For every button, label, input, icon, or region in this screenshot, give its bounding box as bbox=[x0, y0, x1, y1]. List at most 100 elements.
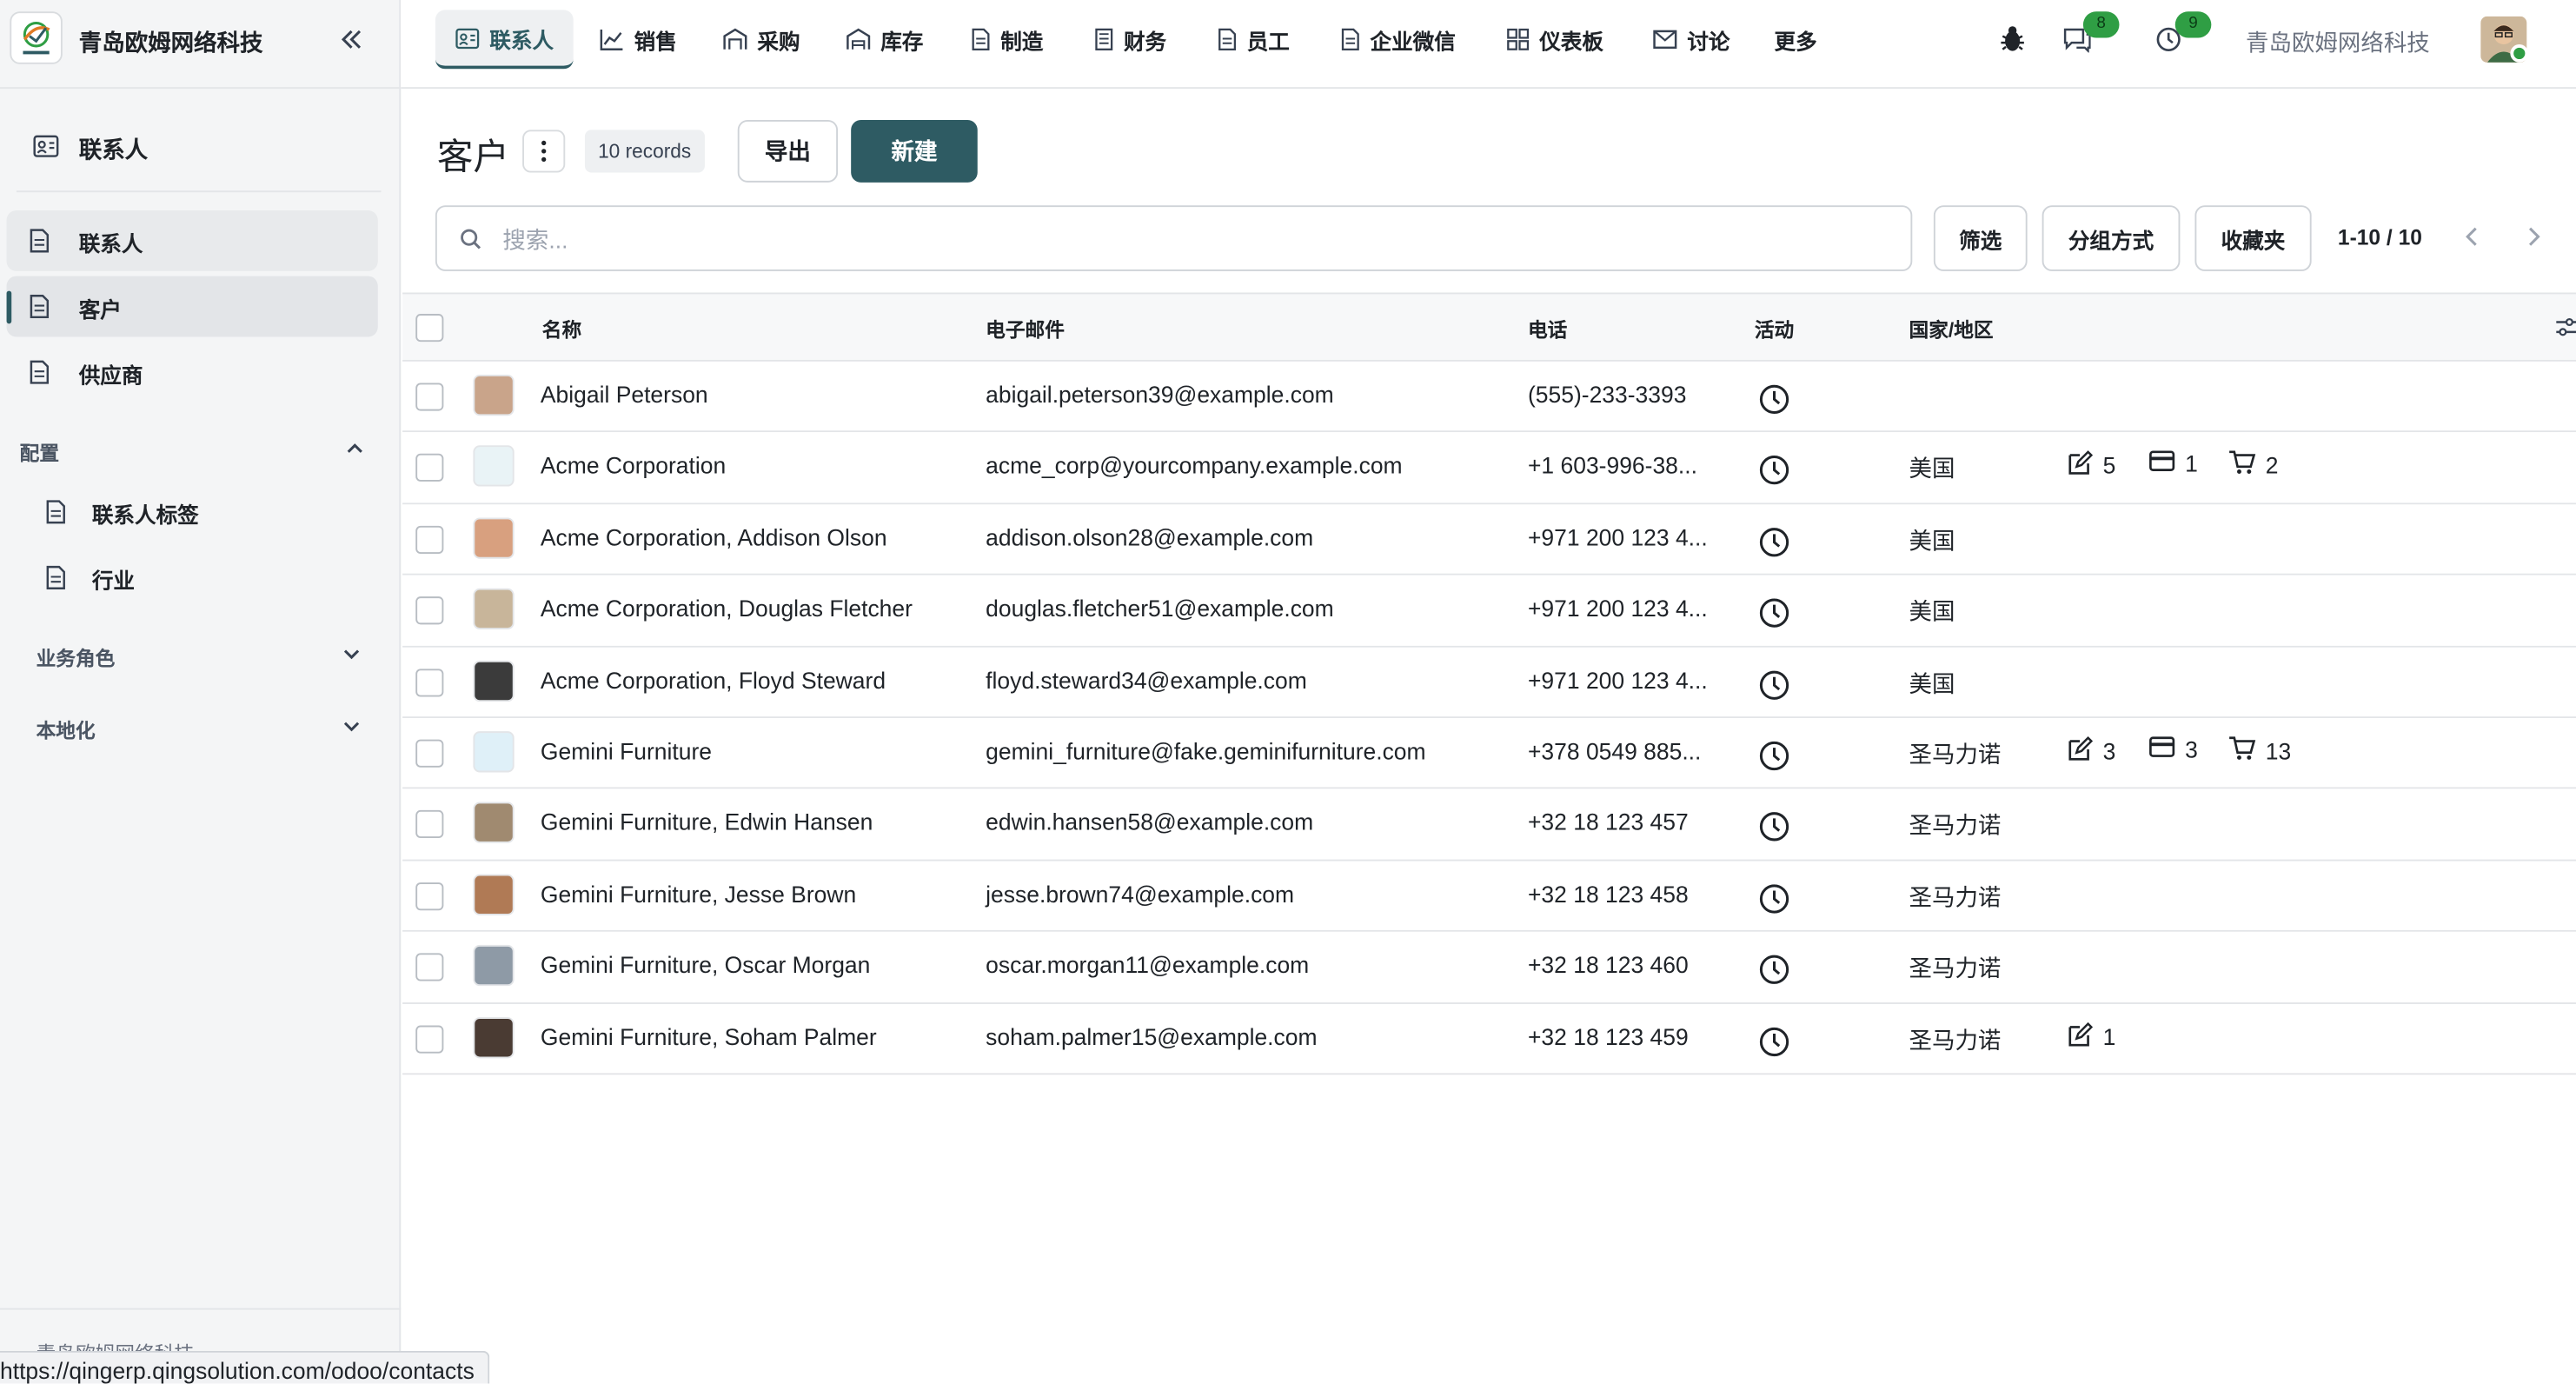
nav-dashboard[interactable]: 仪表板 bbox=[1487, 10, 1623, 69]
contact-card-icon bbox=[33, 135, 59, 166]
table-row[interactable]: Acme Corporation, Douglas Fletcher dougla… bbox=[402, 575, 2576, 647]
nav-label: 员工 bbox=[1246, 29, 1290, 54]
nav-employees[interactable]: 员工 bbox=[1198, 10, 1310, 69]
nav-wecom[interactable]: 企业微信 bbox=[1321, 10, 1476, 69]
header-name[interactable]: 名称 bbox=[542, 316, 581, 343]
column-options-icon[interactable] bbox=[2554, 316, 2576, 347]
sidebar-item-industries[interactable]: 行业 bbox=[20, 547, 378, 606]
contact-avatar bbox=[473, 731, 515, 773]
notes-stat[interactable]: 3 bbox=[2067, 736, 2115, 766]
notes-stat[interactable]: 1 bbox=[2067, 1021, 2115, 1051]
activity-clock-icon[interactable] bbox=[1758, 740, 1791, 773]
table-row[interactable]: Acme Corporation, Floyd Steward floyd.ste… bbox=[402, 647, 2576, 719]
row-checkbox[interactable] bbox=[415, 810, 444, 839]
cell-country: 圣马力诺 bbox=[1909, 741, 2002, 768]
table-row[interactable]: Abigail Peterson abigail.peterson39@examp… bbox=[402, 361, 2576, 433]
sidebar-divider bbox=[16, 190, 382, 193]
nav-manufacturing[interactable]: 制造 bbox=[951, 10, 1063, 69]
nav-sales[interactable]: 销售 bbox=[580, 10, 696, 69]
section-localization[interactable]: 本地化 bbox=[37, 703, 382, 753]
activity-clock-icon[interactable] bbox=[1758, 597, 1791, 630]
nav-more[interactable]: 更多 bbox=[1755, 10, 1837, 69]
nav-inventory[interactable]: 库存 bbox=[827, 10, 943, 69]
activity-clock-icon[interactable] bbox=[1758, 882, 1791, 915]
sidebar-item-contact-tags[interactable]: 联系人标签 bbox=[20, 482, 378, 541]
chevron-down-icon bbox=[338, 641, 364, 667]
document-icon bbox=[30, 360, 50, 393]
notes-count: 1 bbox=[2102, 1022, 2116, 1050]
dashboard-icon bbox=[1506, 28, 1530, 50]
activity-clock-icon[interactable] bbox=[1758, 954, 1791, 987]
table-row[interactable]: Gemini Furniture gemini_furniture@fake.ge… bbox=[402, 718, 2576, 790]
cell-country: 美国 bbox=[1909, 456, 1955, 482]
collapse-sidebar-icon[interactable] bbox=[335, 23, 368, 56]
header-email[interactable]: 电子邮件 bbox=[986, 316, 1065, 343]
nav-discuss[interactable]: 讨论 bbox=[1633, 10, 1749, 69]
favorites-button[interactable]: 收藏夹 bbox=[2194, 205, 2312, 271]
invoices-stat[interactable]: 3 bbox=[2149, 736, 2198, 762]
nav-label: 仪表板 bbox=[1539, 29, 1603, 54]
invoices-count: 3 bbox=[2185, 735, 2198, 763]
search-input[interactable] bbox=[502, 222, 1883, 258]
select-all-checkbox[interactable] bbox=[415, 314, 444, 343]
orders-stat[interactable]: 13 bbox=[2227, 736, 2291, 766]
nav-purchase[interactable]: 采购 bbox=[703, 10, 820, 69]
filter-button[interactable]: 筛选 bbox=[1933, 205, 2028, 271]
row-checkbox[interactable] bbox=[415, 525, 444, 554]
activity-clock-icon[interactable] bbox=[1758, 811, 1791, 844]
nav-label: 采购 bbox=[757, 29, 800, 54]
notes-stat[interactable]: 5 bbox=[2067, 450, 2115, 481]
sidebar-title-label: 联系人 bbox=[78, 136, 149, 163]
row-checkbox[interactable] bbox=[415, 953, 444, 981]
row-checkbox[interactable] bbox=[415, 596, 444, 625]
row-checkbox[interactable] bbox=[415, 454, 444, 482]
cell-phone: +1 603-996-38... bbox=[1527, 452, 1697, 479]
search-bar[interactable] bbox=[435, 205, 1913, 271]
row-checkbox[interactable] bbox=[415, 882, 444, 910]
section-config[interactable]: 配置 bbox=[20, 426, 385, 476]
sidebar-item-contacts[interactable]: 联系人 bbox=[6, 210, 378, 271]
table-row[interactable]: Gemini Furniture, Oscar Morgan oscar.morg… bbox=[402, 932, 2576, 1004]
header-activity[interactable]: 活动 bbox=[1755, 316, 1794, 343]
export-button[interactable]: 导出 bbox=[737, 119, 839, 183]
row-checkbox[interactable] bbox=[415, 383, 444, 411]
kebab-menu-icon[interactable] bbox=[522, 130, 566, 173]
sidebar-item-vendors[interactable]: 供应商 bbox=[7, 342, 378, 403]
nav-contacts[interactable]: 联系人 bbox=[435, 10, 574, 70]
activity-clock-icon[interactable] bbox=[1758, 669, 1791, 702]
header-country[interactable]: 国家/地区 bbox=[1909, 316, 1994, 343]
activity-clock-icon[interactable] bbox=[1758, 1025, 1791, 1058]
table-row[interactable]: Gemini Furniture, Jesse Brown jesse.brown… bbox=[402, 861, 2576, 933]
row-checkbox[interactable] bbox=[415, 739, 444, 768]
row-checkbox[interactable] bbox=[415, 668, 444, 696]
table-row[interactable]: Acme Corporation, Addison Olson addison.o… bbox=[402, 503, 2576, 576]
chevron-left-icon[interactable] bbox=[2460, 223, 2486, 250]
sidebar-item-customers[interactable]: 客户 bbox=[6, 276, 378, 337]
qingerp-logo-icon[interactable] bbox=[10, 11, 63, 64]
table-header: 名称 电子邮件 电话 活动 国家/地区 bbox=[402, 292, 2576, 362]
table-row[interactable]: Acme Corporation acme_corp@yourcompany.ex… bbox=[402, 432, 2576, 504]
invoices-stat[interactable]: 1 bbox=[2149, 451, 2198, 477]
groupby-button[interactable]: 分组方式 bbox=[2042, 205, 2181, 271]
table-row[interactable]: Gemini Furniture, Soham Palmer soham.palm… bbox=[402, 1003, 2576, 1075]
nav-accounting[interactable]: 财务 bbox=[1074, 10, 1186, 69]
orders-stat[interactable]: 2 bbox=[2227, 451, 2278, 481]
cell-phone: +32 18 123 459 bbox=[1527, 1022, 1689, 1050]
activity-clock-icon[interactable] bbox=[1758, 454, 1791, 487]
activity-clock-icon[interactable] bbox=[1758, 383, 1791, 416]
activity-clock-icon[interactable] bbox=[1758, 526, 1791, 559]
cell-email: gemini_furniture@fake.geminifurniture.co… bbox=[986, 737, 1426, 764]
table-row[interactable]: Gemini Furniture, Edwin Hansen edwin.hans… bbox=[402, 789, 2576, 862]
section-business-roles[interactable]: 业务角色 bbox=[37, 631, 382, 681]
edit-note-icon bbox=[2067, 450, 2103, 481]
chevron-right-icon[interactable] bbox=[2520, 223, 2546, 250]
sidebar-title[interactable]: 联系人 bbox=[20, 118, 382, 177]
row-checkbox[interactable] bbox=[415, 1024, 444, 1053]
bug-icon[interactable] bbox=[1996, 23, 2029, 56]
new-button[interactable]: 新建 bbox=[851, 119, 978, 183]
company-switcher[interactable]: 青岛欧姆网络科技 bbox=[2246, 26, 2430, 59]
cell-name: Gemini Furniture, Jesse Brown bbox=[540, 880, 857, 908]
header-phone[interactable]: 电话 bbox=[1528, 316, 1567, 343]
contact-avatar bbox=[473, 874, 515, 915]
pager-value[interactable]: 1-10 / 10 bbox=[2338, 225, 2422, 250]
